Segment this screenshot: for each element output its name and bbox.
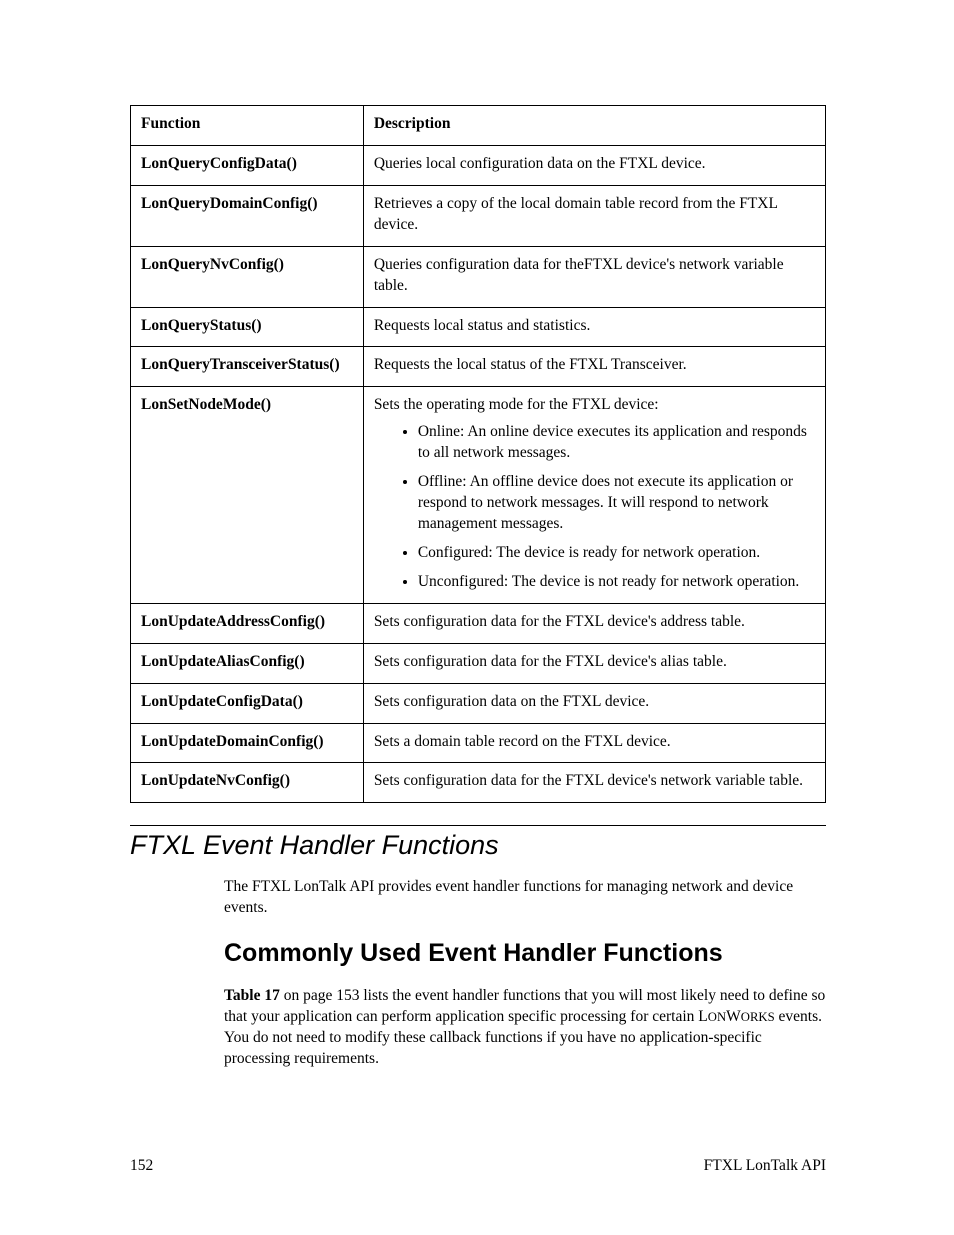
fn-name: LonUpdateAliasConfig() bbox=[131, 643, 364, 683]
table-row: LonQueryStatus() Requests local status a… bbox=[131, 307, 826, 347]
fn-desc: Queries local configuration data on the … bbox=[363, 145, 825, 185]
fn-name: LonQueryDomainConfig() bbox=[131, 185, 364, 246]
page-footer: 152 FTXL LonTalk API bbox=[130, 1157, 826, 1175]
fn-desc: Requests the local status of the FTXL Tr… bbox=[363, 347, 825, 387]
fn-desc: Sets configuration data for the FTXL dev… bbox=[363, 763, 825, 803]
section-title: FTXL Event Handler Functions bbox=[130, 830, 826, 861]
fn-desc: Sets configuration data for the FTXL dev… bbox=[363, 643, 825, 683]
table-row: LonUpdateDomainConfig() Sets a domain ta… bbox=[131, 723, 826, 763]
fn-name: LonQueryConfigData() bbox=[131, 145, 364, 185]
api-functions-table: Function Description LonQueryConfigData(… bbox=[130, 105, 826, 803]
fn-name: LonQueryStatus() bbox=[131, 307, 364, 347]
fn-desc: Requests local status and statistics. bbox=[363, 307, 825, 347]
list-item: Configured: The device is ready for netw… bbox=[418, 543, 815, 564]
fn-name: LonQueryNvConfig() bbox=[131, 246, 364, 307]
mode-intro: Sets the operating mode for the FTXL dev… bbox=[374, 396, 659, 413]
table-row: LonUpdateConfigData() Sets configuration… bbox=[131, 683, 826, 723]
fn-desc: Retrieves a copy of the local domain tab… bbox=[363, 185, 825, 246]
list-item: Online: An online device executes its ap… bbox=[418, 422, 815, 464]
list-item: Unconfigured: The device is not ready fo… bbox=[418, 572, 815, 593]
page-number: 152 bbox=[130, 1157, 153, 1175]
table-row: LonUpdateAddressConfig() Sets configurat… bbox=[131, 603, 826, 643]
fn-desc: Sets configuration data on the FTXL devi… bbox=[363, 683, 825, 723]
section-divider bbox=[130, 825, 826, 826]
footer-title: FTXL LonTalk API bbox=[704, 1157, 826, 1175]
table-row: LonQueryConfigData() Queries local confi… bbox=[131, 145, 826, 185]
col-header-function: Function bbox=[131, 106, 364, 146]
fn-name: LonUpdateDomainConfig() bbox=[131, 723, 364, 763]
fn-name: LonUpdateAddressConfig() bbox=[131, 603, 364, 643]
table-row: LonUpdateNvConfig() Sets configuration d… bbox=[131, 763, 826, 803]
fn-desc: Sets configuration data for the FTXL dev… bbox=[363, 603, 825, 643]
page: Function Description LonQueryConfigData(… bbox=[0, 0, 954, 1235]
fn-name: LonQueryTransceiverStatus() bbox=[131, 347, 364, 387]
fn-name: LonSetNodeMode() bbox=[131, 387, 364, 603]
mode-list: Online: An online device executes its ap… bbox=[374, 422, 815, 592]
table-row: LonSetNodeMode() Sets the operating mode… bbox=[131, 387, 826, 603]
fn-name: LonUpdateNvConfig() bbox=[131, 763, 364, 803]
list-item: Offline: An offline device does not exec… bbox=[418, 472, 815, 535]
subsection-paragraph: Table 17 on page 153 lists the event han… bbox=[224, 986, 826, 1070]
fn-desc: Queries configuration data for theFTXL d… bbox=[363, 246, 825, 307]
table-row: LonQueryTransceiverStatus() Requests the… bbox=[131, 347, 826, 387]
section-intro: The FTXL LonTalk API provides event hand… bbox=[224, 877, 826, 919]
col-header-description: Description bbox=[363, 106, 825, 146]
fn-desc: Sets a domain table record on the FTXL d… bbox=[363, 723, 825, 763]
fn-desc: Sets the operating mode for the FTXL dev… bbox=[363, 387, 825, 603]
table-header-row: Function Description bbox=[131, 106, 826, 146]
table-ref: Table 17 bbox=[224, 987, 280, 1004]
section-body: The FTXL LonTalk API provides event hand… bbox=[224, 877, 826, 1070]
table-row: LonQueryDomainConfig() Retrieves a copy … bbox=[131, 185, 826, 246]
subsection-title: Commonly Used Event Handler Functions bbox=[224, 937, 826, 971]
fn-name: LonUpdateConfigData() bbox=[131, 683, 364, 723]
table-row: LonQueryNvConfig() Queries configuration… bbox=[131, 246, 826, 307]
table-row: LonUpdateAliasConfig() Sets configuratio… bbox=[131, 643, 826, 683]
